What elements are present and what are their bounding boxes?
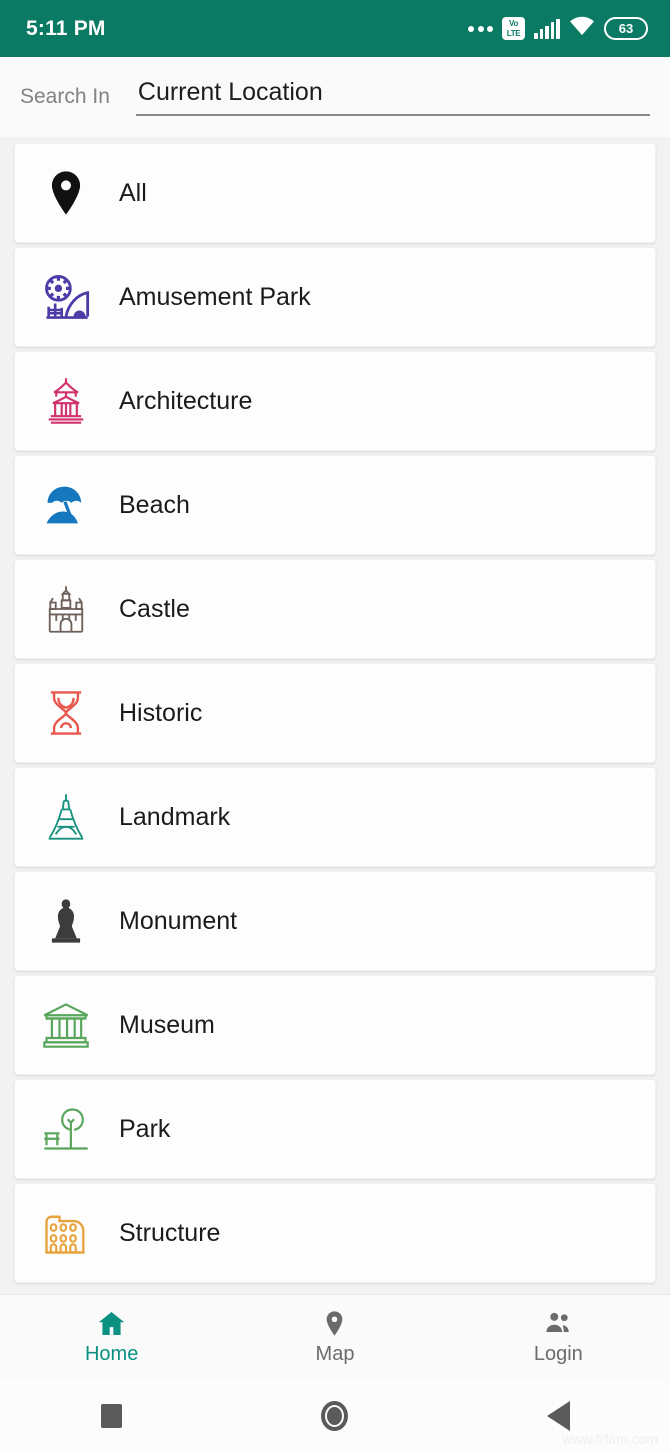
pagoda-icon: [37, 372, 95, 430]
category-label: Landmark: [119, 802, 231, 831]
category-item-castle[interactable]: Castle: [14, 559, 656, 659]
phone-screen: 5:11 PM VoLTE 63 Search In All Amusement …: [0, 0, 670, 1452]
nav-item-label: Map: [315, 1343, 355, 1365]
category-label: Museum: [119, 1010, 215, 1039]
nav-item-map[interactable]: Map: [223, 1309, 446, 1366]
back-triangle-icon: [546, 1401, 570, 1431]
search-in-label: Search In: [20, 85, 110, 108]
status-clock: 5:11 PM: [26, 16, 106, 40]
category-item-historic[interactable]: Historic: [14, 663, 656, 763]
category-item-architecture[interactable]: Architecture: [14, 351, 656, 451]
android-home-button[interactable]: [223, 1401, 446, 1431]
category-label: Beach: [119, 490, 190, 519]
nav-item-login[interactable]: Login: [447, 1309, 670, 1366]
category-label: Historic: [119, 698, 203, 727]
home-circle-icon: [321, 1401, 349, 1431]
category-label: Structure: [119, 1218, 221, 1247]
bottom-navigation: Home Map Login: [0, 1294, 670, 1380]
category-item-park[interactable]: Park: [14, 1079, 656, 1179]
category-label: Architecture: [119, 386, 253, 415]
status-bar: 5:11 PM Vo LTE 63: [0, 0, 670, 57]
android-back-button[interactable]: [447, 1401, 670, 1431]
category-label: Amusement Park: [119, 282, 311, 311]
nav-item-label: Home: [84, 1343, 139, 1365]
hourglass-icon: [37, 684, 95, 742]
map-pin-icon: [37, 164, 95, 222]
recents-square-icon: [101, 1404, 123, 1428]
category-list[interactable]: All Amusement Park Architecture Beach Castle…: [0, 137, 670, 1294]
category-item-beach[interactable]: Beach: [14, 455, 656, 555]
colosseum-icon: [37, 1204, 95, 1262]
category-label: Monument: [119, 906, 238, 935]
castle-icon: [37, 580, 95, 638]
park-tree-icon: [37, 1100, 95, 1158]
home-icon: [97, 1309, 126, 1338]
battery-icon: 63: [604, 17, 648, 40]
category-label: All: [119, 178, 147, 207]
battery-label: 63: [618, 21, 634, 36]
category-item-amusement-park[interactable]: Amusement Park: [14, 247, 656, 347]
search-row: Search In: [0, 57, 670, 137]
search-location-input[interactable]: [135, 78, 650, 116]
category-item-all[interactable]: All: [14, 143, 656, 243]
category-item-structure[interactable]: Structure: [14, 1183, 656, 1283]
map-pin-icon: [320, 1309, 349, 1338]
nav-item-label: Login: [533, 1343, 583, 1365]
volte-icon: Vo LTE: [502, 17, 526, 40]
statue-icon: [37, 892, 95, 950]
watermark: www.frfam.com: [562, 1431, 658, 1447]
status-icons: Vo LTE 63: [468, 16, 648, 42]
android-recents-button[interactable]: [0, 1404, 223, 1428]
wifi-icon: [569, 16, 595, 42]
beach-umbrella-icon: [37, 476, 95, 534]
people-icon: [544, 1309, 573, 1338]
more-dots-icon: [468, 25, 494, 32]
museum-icon: [37, 996, 95, 1054]
eiffel-tower-icon: [37, 788, 95, 846]
category-label: Park: [119, 1114, 171, 1143]
nav-item-home[interactable]: Home: [0, 1309, 223, 1366]
signal-bars-icon: [534, 18, 560, 39]
category-item-landmark[interactable]: Landmark: [14, 767, 656, 867]
ferris-wheel-icon: [37, 268, 95, 326]
category-item-museum[interactable]: Museum: [14, 975, 656, 1075]
category-item-monument[interactable]: Monument: [14, 871, 656, 971]
android-navigation-bar: www.frfam.com: [0, 1380, 670, 1452]
category-label: Castle: [119, 594, 190, 623]
